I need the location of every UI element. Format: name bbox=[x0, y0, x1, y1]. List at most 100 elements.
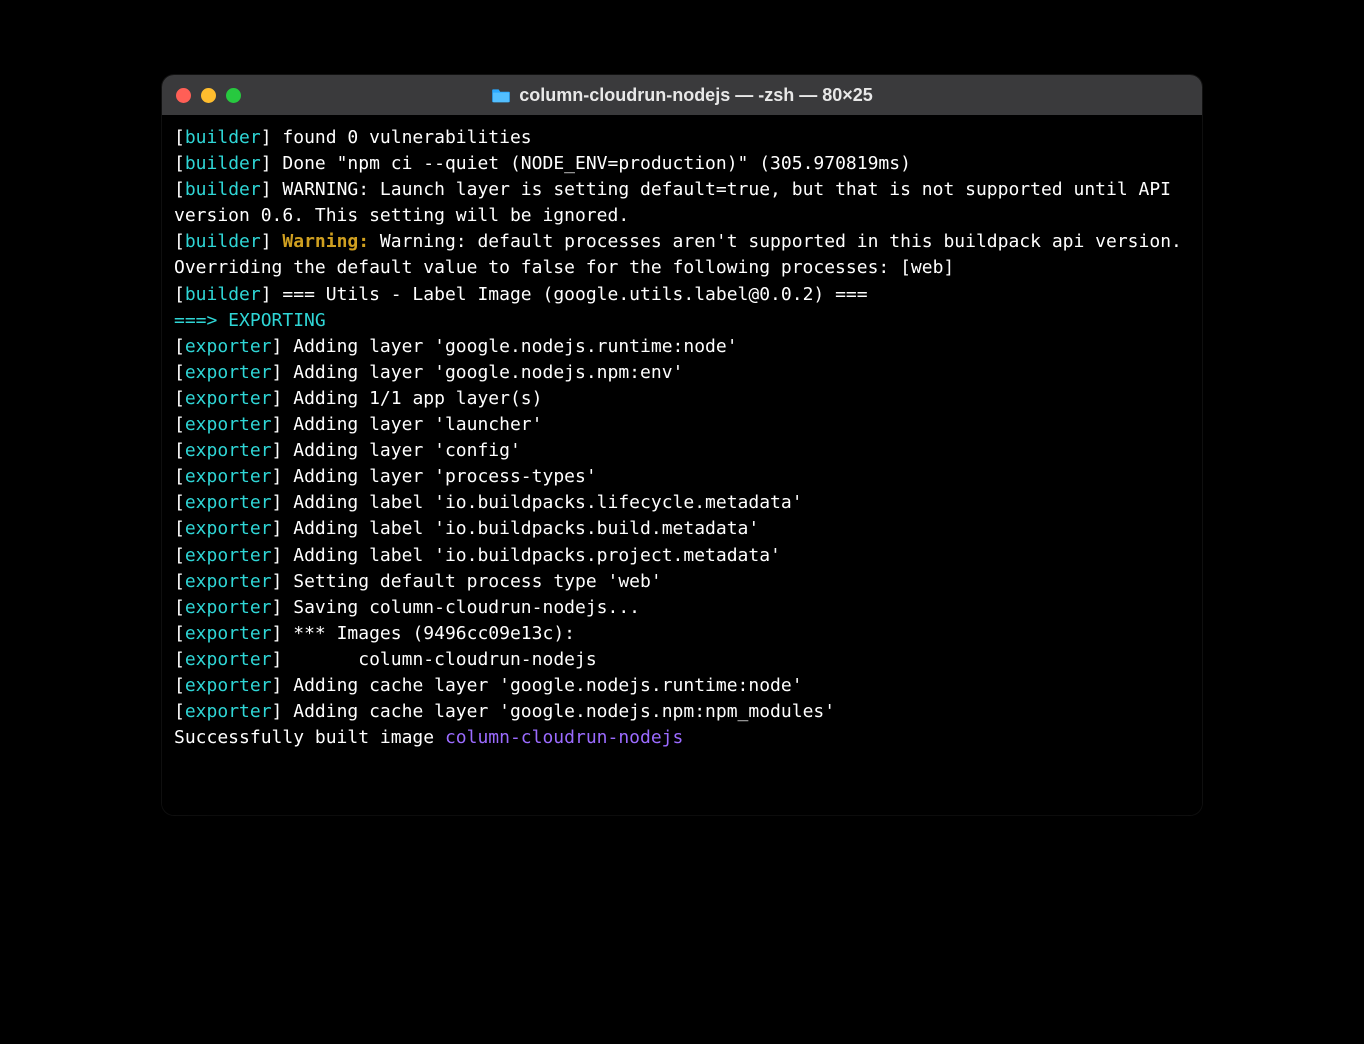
segment-bracket: ] bbox=[272, 571, 294, 592]
segment-bracket: [ bbox=[174, 492, 185, 513]
segment-bracket: [ bbox=[174, 597, 185, 618]
terminal-line: [exporter] Adding 1/1 app layer(s) bbox=[174, 386, 1190, 412]
segment-bracket: [ bbox=[174, 336, 185, 357]
maximize-button[interactable] bbox=[226, 88, 241, 103]
segment-tag: exporter bbox=[185, 649, 272, 670]
terminal-line: [builder] WARNING: Launch layer is setti… bbox=[174, 177, 1190, 229]
segment-tag: exporter bbox=[185, 597, 272, 618]
terminal-line: [exporter] Adding cache layer 'google.no… bbox=[174, 699, 1190, 725]
segment-bracket: ] bbox=[272, 414, 294, 435]
segment-bracket: [ bbox=[174, 649, 185, 670]
terminal-line: [exporter] Adding layer 'process-types' bbox=[174, 464, 1190, 490]
segment-plain: Adding label 'io.buildpacks.project.meta… bbox=[293, 545, 781, 566]
segment-bracket: ] bbox=[272, 518, 294, 539]
segment-plain: Adding layer 'process-types' bbox=[293, 466, 596, 487]
window-title: column-cloudrun-nodejs — -zsh — 80×25 bbox=[162, 85, 1202, 106]
segment-tag: exporter bbox=[185, 518, 272, 539]
segment-plain: Adding label 'io.buildpacks.build.metada… bbox=[293, 518, 759, 539]
segment-tag: builder bbox=[185, 284, 261, 305]
terminal-line: [exporter] Saving column-cloudrun-nodejs… bbox=[174, 595, 1190, 621]
segment-bracket: ] bbox=[261, 231, 283, 252]
segment-tag: exporter bbox=[185, 701, 272, 722]
segment-tag: exporter bbox=[185, 675, 272, 696]
terminal-line: [exporter] Adding label 'io.buildpacks.l… bbox=[174, 490, 1190, 516]
segment-bracket: ] bbox=[272, 623, 294, 644]
segment-stage: ===> EXPORTING bbox=[174, 310, 326, 331]
segment-bracket: [ bbox=[174, 440, 185, 461]
terminal-line: [builder] === Utils - Label Image (googl… bbox=[174, 282, 1190, 308]
terminal-line: [exporter] Adding layer 'config' bbox=[174, 438, 1190, 464]
segment-tag: exporter bbox=[185, 388, 272, 409]
segment-plain: WARNING: Launch layer is setting default… bbox=[174, 179, 1182, 226]
segment-bracket: ] bbox=[261, 284, 283, 305]
close-button[interactable] bbox=[176, 88, 191, 103]
segment-plain: found 0 vulnerabilities bbox=[282, 127, 531, 148]
segment-bracket: ] bbox=[272, 466, 294, 487]
segment-bracket: ] bbox=[272, 388, 294, 409]
terminal-line: [exporter] Adding cache layer 'google.no… bbox=[174, 673, 1190, 699]
segment-bracket: ] bbox=[272, 649, 294, 670]
terminal-line: [exporter] Adding label 'io.buildpacks.b… bbox=[174, 516, 1190, 542]
segment-bracket: [ bbox=[174, 153, 185, 174]
segment-plain: Adding cache layer 'google.nodejs.runtim… bbox=[293, 675, 802, 696]
segment-bracket: [ bbox=[174, 127, 185, 148]
folder-icon bbox=[491, 87, 511, 103]
segment-tag: builder bbox=[185, 231, 261, 252]
segment-tag: exporter bbox=[185, 336, 272, 357]
terminal-line: ===> EXPORTING bbox=[174, 308, 1190, 334]
segment-tag: builder bbox=[185, 179, 261, 200]
segment-bracket: ] bbox=[261, 127, 283, 148]
terminal-output[interactable]: [builder] found 0 vulnerabilities[builde… bbox=[162, 115, 1202, 815]
segment-bracket: [ bbox=[174, 623, 185, 644]
terminal-line: [exporter] Adding label 'io.buildpacks.p… bbox=[174, 543, 1190, 569]
segment-bracket: [ bbox=[174, 675, 185, 696]
terminal-line: [builder] Done "npm ci --quiet (NODE_ENV… bbox=[174, 151, 1190, 177]
segment-tag: exporter bbox=[185, 414, 272, 435]
segment-bracket: [ bbox=[174, 388, 185, 409]
terminal-line: [exporter] Adding layer 'google.nodejs.n… bbox=[174, 360, 1190, 386]
segment-tag: builder bbox=[185, 153, 261, 174]
window-title-text: column-cloudrun-nodejs — -zsh — 80×25 bbox=[519, 85, 873, 106]
segment-bracket: [ bbox=[174, 545, 185, 566]
segment-tag: exporter bbox=[185, 545, 272, 566]
segment-tag: exporter bbox=[185, 466, 272, 487]
segment-plain: Adding layer 'google.nodejs.runtime:node… bbox=[293, 336, 737, 357]
segment-bracket: [ bbox=[174, 571, 185, 592]
minimize-button[interactable] bbox=[201, 88, 216, 103]
segment-plain: *** Images (9496cc09e13c): bbox=[293, 623, 575, 644]
segment-plain: Adding cache layer 'google.nodejs.npm:np… bbox=[293, 701, 835, 722]
segment-plain: Successfully built image bbox=[174, 727, 445, 748]
terminal-line: [exporter] column-cloudrun-nodejs bbox=[174, 647, 1190, 673]
terminal-line: [builder] Warning: Warning: default proc… bbox=[174, 229, 1190, 281]
terminal-line: [exporter] Adding layer 'google.nodejs.r… bbox=[174, 334, 1190, 360]
segment-bracket: ] bbox=[272, 701, 294, 722]
segment-bracket: ] bbox=[272, 492, 294, 513]
terminal-line: [exporter] *** Images (9496cc09e13c): bbox=[174, 621, 1190, 647]
segment-plain: Done "npm ci --quiet (NODE_ENV=productio… bbox=[282, 153, 911, 174]
segment-plain: Adding layer 'config' bbox=[293, 440, 521, 461]
segment-plain: Setting default process type 'web' bbox=[293, 571, 661, 592]
segment-warn: Warning: bbox=[282, 231, 369, 252]
segment-imgname: column-cloudrun-nodejs bbox=[445, 727, 683, 748]
segment-plain: Adding 1/1 app layer(s) bbox=[293, 388, 542, 409]
segment-bracket: [ bbox=[174, 362, 185, 383]
segment-tag: builder bbox=[185, 127, 261, 148]
titlebar[interactable]: column-cloudrun-nodejs — -zsh — 80×25 bbox=[162, 75, 1202, 115]
segment-plain: Adding layer 'launcher' bbox=[293, 414, 542, 435]
segment-tag: exporter bbox=[185, 571, 272, 592]
segment-bracket: [ bbox=[174, 284, 185, 305]
segment-tag: exporter bbox=[185, 362, 272, 383]
segment-bracket: [ bbox=[174, 518, 185, 539]
segment-bracket: [ bbox=[174, 231, 185, 252]
terminal-line: [exporter] Adding layer 'launcher' bbox=[174, 412, 1190, 438]
terminal-line: Successfully built image column-cloudrun… bbox=[174, 725, 1190, 751]
segment-tag: exporter bbox=[185, 492, 272, 513]
segment-bracket: ] bbox=[272, 597, 294, 618]
segment-plain: column-cloudrun-nodejs bbox=[293, 649, 596, 670]
segment-plain: === Utils - Label Image (google.utils.la… bbox=[282, 284, 867, 305]
segment-plain: Adding label 'io.buildpacks.lifecycle.me… bbox=[293, 492, 802, 513]
segment-plain: Saving column-cloudrun-nodejs... bbox=[293, 597, 640, 618]
segment-tag: exporter bbox=[185, 440, 272, 461]
segment-bracket: ] bbox=[272, 440, 294, 461]
segment-bracket: ] bbox=[261, 179, 283, 200]
